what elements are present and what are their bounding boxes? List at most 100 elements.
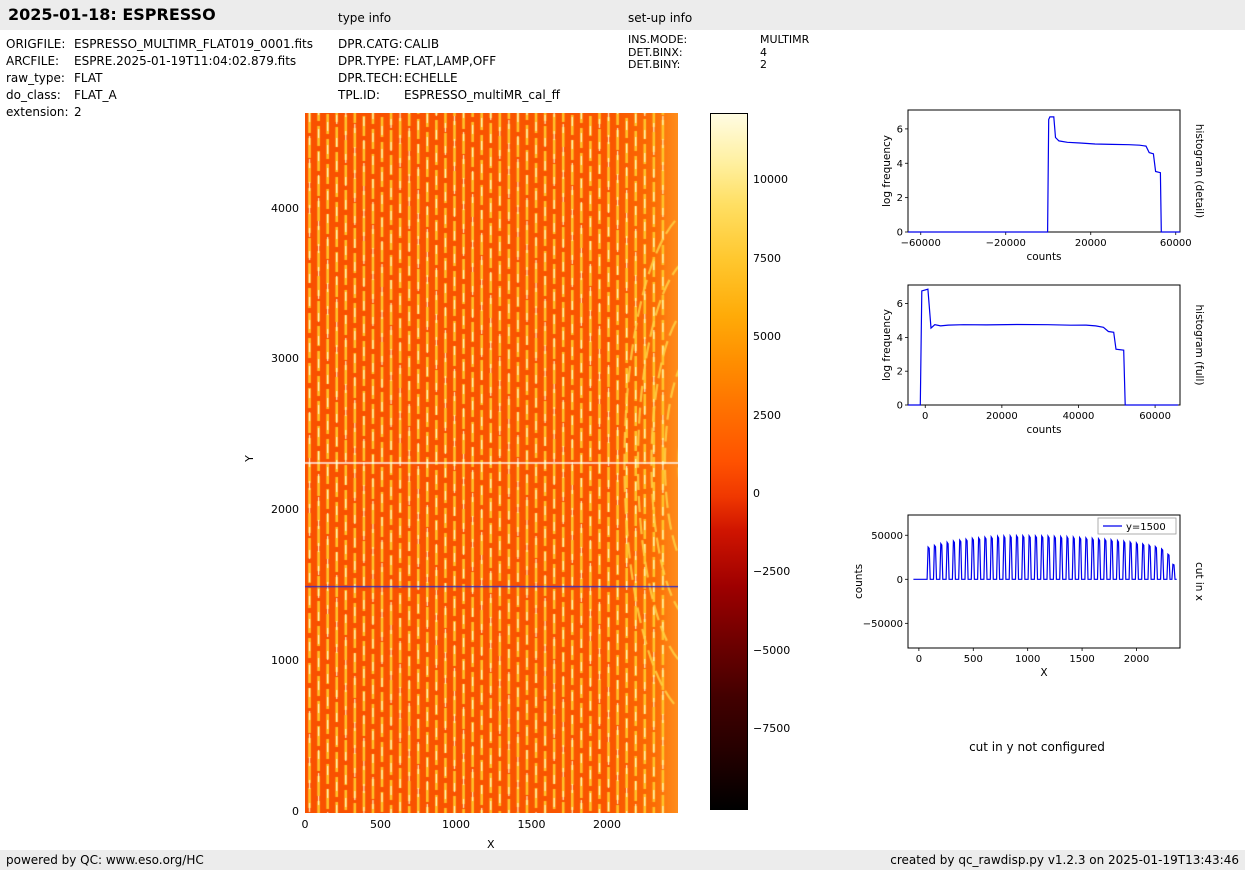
meta-row-dprtech: DPR.TECH:ECHELLE — [338, 70, 560, 87]
tick-label: 2000 — [271, 503, 299, 517]
meta-label: INS.MODE: — [628, 33, 688, 46]
tick-label: −5000 — [753, 643, 791, 657]
tick-label: histogram (detail) — [1193, 124, 1205, 218]
tick-label: 60000 — [1139, 411, 1171, 422]
tick-label: log frequency — [881, 135, 893, 207]
footer-created-by: created by qc_rawdisp.py v1.2.3 on 2025-… — [890, 853, 1239, 867]
histogram-full-chart: 0 20000 40000 60000 0 2 4 6 counts log frequency h… — [850, 273, 1224, 452]
tick-label: 5000 — [753, 330, 781, 344]
main-y-axis-label: Y — [242, 455, 256, 462]
tick-label: 0 — [897, 228, 903, 239]
footer-bar: powered by QC: www.eso.org/HC created by… — [0, 850, 1245, 870]
colorbar — [710, 113, 748, 810]
tick-label: −60000 — [901, 238, 941, 249]
meta-row-insmode: INS.MODE: MULTIMR — [628, 33, 810, 47]
file-info-block: ORIGFILE: ESPRESSO_MULTIMR_FLAT019_0001.f… — [6, 36, 313, 121]
meta-value: ESPRESSO_multiMR_cal_ff — [404, 88, 560, 102]
tick-label: cut in x — [1193, 562, 1205, 601]
tick-label: 60000 — [1160, 238, 1192, 249]
meta-label: ORIGFILE: — [6, 37, 66, 51]
tick-label: 2000 — [1124, 654, 1149, 665]
meta-label: ARCFILE: — [6, 54, 60, 68]
tick-label: 0 — [897, 575, 903, 586]
tick-label: 50000 — [871, 531, 903, 542]
tick-label: 500 — [370, 818, 391, 831]
meta-label: do_class: — [6, 88, 61, 102]
histogram_full-svg: 0 20000 40000 60000 0 2 4 6 counts log frequency h… — [881, 284, 1205, 436]
tick-label: 40000 — [1063, 411, 1095, 422]
tick-label: 4000 — [271, 201, 299, 215]
tick-label: counts — [853, 564, 865, 599]
meta-label: DPR.TECH: — [338, 71, 403, 85]
tick-label: 1000 — [271, 654, 299, 668]
tick-label: 0 — [897, 401, 903, 412]
tick-label: −50000 — [863, 619, 903, 630]
page-title: 2025-01-18: ESPRESSO — [8, 5, 216, 24]
tick-label: 0 — [916, 654, 922, 665]
meta-row-rawtype: raw_type: FLAT — [6, 70, 313, 87]
tick-label: 4 — [897, 333, 903, 344]
meta-label: DPR.CATG: — [338, 37, 403, 51]
meta-row-tplid: TPL.ID: ESPRESSO_multiMR_cal_ff — [338, 87, 560, 104]
meta-row-origfile: ORIGFILE: ESPRESSO_MULTIMR_FLAT019_0001.f… — [6, 36, 313, 53]
tick-label: 10000 — [753, 173, 788, 187]
header-bar: 2025-01-18: ESPRESSO type info set-up in… — [0, 0, 1245, 30]
tick-label: 20000 — [986, 411, 1018, 422]
tick-label: 1500 — [1069, 654, 1094, 665]
meta-label: raw_type: — [6, 71, 65, 85]
tick-label: 0 — [292, 805, 299, 818]
tick-label: 6 — [897, 299, 903, 310]
raw-image-canvas — [305, 113, 678, 813]
type-info-block: DPR.CATG:CALIB DPR.TYPE: FLAT,LAMP,OFF DP… — [338, 36, 560, 104]
meta-value: FLAT,LAMP,OFF — [404, 54, 497, 68]
meta-value: FLAT — [74, 71, 103, 85]
cut_in_x-svg: 0 500 1000 1500 2000 −50000 0 50000 Xcounts cut i… — [853, 514, 1205, 679]
tick-label: 20000 — [1075, 238, 1107, 249]
tick-label: 1500 — [517, 818, 546, 831]
tick-label: 0 — [301, 818, 309, 831]
tick-label: log frequency — [881, 309, 893, 381]
meta-label: DPR.TYPE: — [338, 54, 400, 68]
tick-label: counts — [1026, 424, 1061, 436]
tick-label: −7500 — [753, 722, 791, 736]
cut-in-x-chart: 0 500 1000 1500 2000 −50000 0 50000 Xcounts cut i… — [850, 505, 1224, 689]
tick-label: 3000 — [271, 352, 299, 366]
qc-report-page: 2025-01-18: ESPRESSO type info set-up in… — [0, 0, 1245, 870]
tick-label: 2 — [897, 367, 903, 378]
tick-label: 2 — [897, 193, 903, 204]
tick-label: 2000 — [593, 818, 622, 831]
meta-row-dprcatg: DPR.CATG:CALIB — [338, 36, 560, 53]
tick-label: 4 — [897, 159, 903, 170]
tick-label: histogram (full) — [1193, 305, 1205, 386]
meta-row-dprtype: DPR.TYPE: FLAT,LAMP,OFF — [338, 53, 560, 70]
setup-info-block: INS.MODE: MULTIMR DET.BINX: 4 DET.BINY: 2 — [628, 33, 810, 72]
tick-label: counts — [1026, 251, 1061, 263]
meta-value: ECHELLE — [404, 71, 458, 85]
tick-label: −20000 — [986, 238, 1026, 249]
meta-row-extension: extension: 2 — [6, 104, 313, 121]
histogram-detail-chart: −60000 −20000 20000 60000 0 2 4 6 counts log freq… — [850, 100, 1224, 279]
meta-value: ESPRE.2025-01-19T11:04:02.879.fits — [74, 54, 297, 68]
tick-label: 1000 — [442, 818, 470, 831]
tick-label: 6 — [897, 124, 903, 135]
meta-value: 2 — [760, 58, 767, 71]
meta-value: 4 — [760, 45, 767, 59]
meta-value: 2 — [74, 105, 82, 119]
meta-label: extension: — [6, 105, 69, 119]
setup-info-heading: set-up info — [628, 11, 693, 25]
tick-label: 0 — [922, 411, 928, 422]
meta-value: ESPRESSO_MULTIMR_FLAT019_0001.fits — [74, 37, 314, 51]
meta-row-arcfile: ARCFILE: ESPRE.2025-01-19T11:04:02.879.fi… — [6, 53, 313, 70]
tick-label: X — [1040, 667, 1047, 679]
meta-label: TPL.ID: — [338, 88, 380, 102]
meta-row-doclass: do_class: FLAT_A — [6, 87, 313, 104]
tick-label: 7500 — [753, 251, 781, 265]
tick-label: y=1500 — [1126, 522, 1166, 533]
meta-value: MULTIMR — [760, 33, 810, 46]
tick-label: 2500 — [753, 408, 781, 422]
histogram_detail-svg: −60000 −20000 20000 60000 0 2 4 6 counts log freq… — [881, 109, 1205, 263]
tick-label: 500 — [964, 654, 983, 665]
footer-qc-link[interactable]: powered by QC: www.eso.org/HC — [6, 850, 204, 870]
tick-label: 1000 — [1015, 654, 1040, 665]
cut-in-y-note: cut in y not configured — [969, 740, 1105, 754]
